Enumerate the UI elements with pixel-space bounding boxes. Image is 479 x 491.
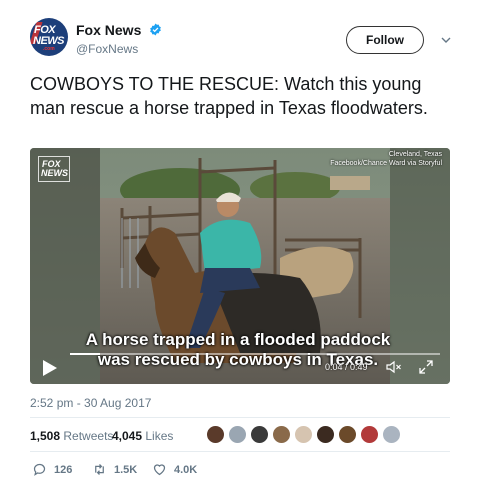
video-progress-fill [70, 353, 100, 355]
liker-avatar[interactable] [338, 425, 357, 444]
play-icon[interactable] [38, 357, 60, 379]
liker-avatar[interactable] [206, 425, 225, 444]
account-handle[interactable]: @FoxNews [76, 42, 162, 56]
video-controls: 0:04 / 0:49 [30, 353, 450, 384]
likes-label: Likes [145, 429, 174, 443]
liker-avatar[interactable] [228, 425, 247, 444]
video-player[interactable]: FOX NEWS Cleveland, Texas Facebook/Chanc… [30, 148, 450, 384]
avatar[interactable]: FOX NEWS .com [30, 18, 68, 56]
likes-stat[interactable]: 4,045 Likes [112, 429, 173, 443]
liker-avatar[interactable] [294, 425, 313, 444]
retweet-count: 1.5K [114, 463, 138, 476]
video-time: 0:04 / 0:49 [325, 362, 368, 372]
like-count: 4.0K [174, 463, 198, 476]
reply-count: 126 [54, 463, 73, 476]
reply-button[interactable]: 126 [32, 462, 72, 477]
liker-avatar[interactable] [316, 425, 335, 444]
tweet-text: COWBOYS TO THE RESCUE: Watch this young … [30, 74, 428, 118]
chevron-down-icon[interactable] [440, 34, 452, 46]
video-credit: Cleveland, Texas Facebook/Chance Ward vi… [330, 150, 442, 168]
retweets-stat[interactable]: 1,508 Retweets [30, 429, 113, 443]
liker-avatar[interactable] [250, 425, 269, 444]
caption-line: A horse trapped in a flooded paddock [85, 330, 391, 349]
liker-avatar[interactable] [382, 425, 401, 444]
display-name[interactable]: Fox News [76, 22, 141, 38]
avatar-logo-text: .com [43, 46, 55, 52]
liker-avatar[interactable] [360, 425, 379, 444]
heart-icon [153, 464, 166, 476]
reply-icon [33, 463, 46, 476]
retweet-icon [95, 464, 104, 475]
retweets-label: Retweets [63, 429, 114, 443]
credit-location: Cleveland, Texas [388, 151, 442, 158]
fox-news-logo: FOX NEWS [38, 156, 70, 182]
likes-count: 4,045 [112, 429, 143, 443]
divider [30, 451, 450, 452]
account-name-block: Fox News @FoxNews [76, 21, 162, 56]
fullscreen-icon[interactable] [418, 359, 434, 375]
like-button[interactable]: 4.0K [152, 462, 197, 477]
fox-logo-text: NEWS [41, 168, 68, 178]
divider [30, 417, 450, 418]
verified-badge-icon [149, 23, 161, 36]
follow-button[interactable]: Follow [346, 26, 424, 54]
retweets-count: 1,508 [30, 429, 61, 443]
video-progress-bar[interactable] [70, 353, 440, 355]
volume-muted-icon[interactable] [386, 360, 402, 374]
tweet-timestamp[interactable]: 2:52 pm - 30 Aug 2017 [30, 396, 151, 410]
retweet-button[interactable]: 1.5K [92, 462, 137, 477]
tweet-header: FOX NEWS .com Fox News @FoxNews Follow [30, 18, 460, 62]
credit-source: Facebook/Chance Ward via Storyful [330, 160, 442, 167]
liker-avatar[interactable] [272, 425, 291, 444]
